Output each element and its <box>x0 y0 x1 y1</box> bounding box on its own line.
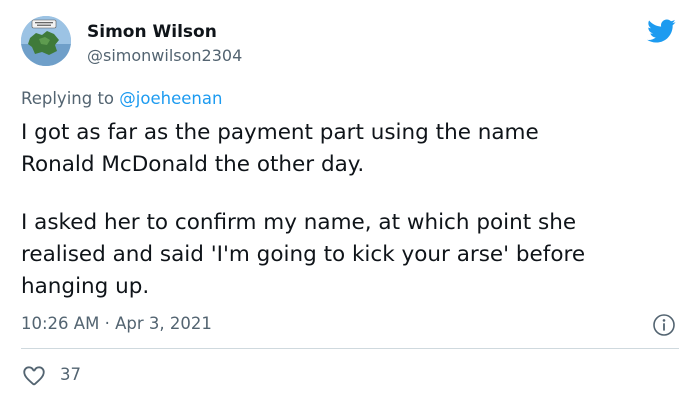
replying-to-label: Replying to <box>21 89 115 108</box>
mention-link[interactable]: @joeheenan <box>119 89 222 108</box>
tweet-text-line: I got as far as the payment part using t… <box>21 120 539 145</box>
meta-separator: · <box>104 314 110 333</box>
user-handle[interactable]: @simonwilson2304 <box>87 45 242 67</box>
avatar[interactable] <box>21 16 71 66</box>
tweet-text-line: hanging up. <box>21 274 150 299</box>
tweet-card: Simon Wilson @simonwilson2304 Replying t… <box>0 0 700 402</box>
like-count: 37 <box>60 365 81 384</box>
like-button[interactable]: 37 <box>21 362 81 388</box>
tweet-timestamp[interactable]: 10:26 AM · Apr 3, 2021 <box>21 312 212 336</box>
tweet-time: 10:26 AM <box>21 314 100 333</box>
display-name[interactable]: Simon Wilson <box>87 21 217 43</box>
tweet-date: Apr 3, 2021 <box>115 314 212 333</box>
replying-to: Replying to @joeheenan <box>21 87 222 111</box>
tweet-text-line: Ronald McDonald the other day. <box>21 152 365 177</box>
tweet-text-line: I asked her to confirm my name, at which… <box>21 210 577 235</box>
tweet-text-line: realised and said 'I'm going to kick you… <box>21 242 586 267</box>
info-icon[interactable] <box>652 313 676 337</box>
heart-icon <box>23 366 45 386</box>
twitter-bird-icon[interactable] <box>644 16 678 46</box>
divider <box>21 348 679 349</box>
